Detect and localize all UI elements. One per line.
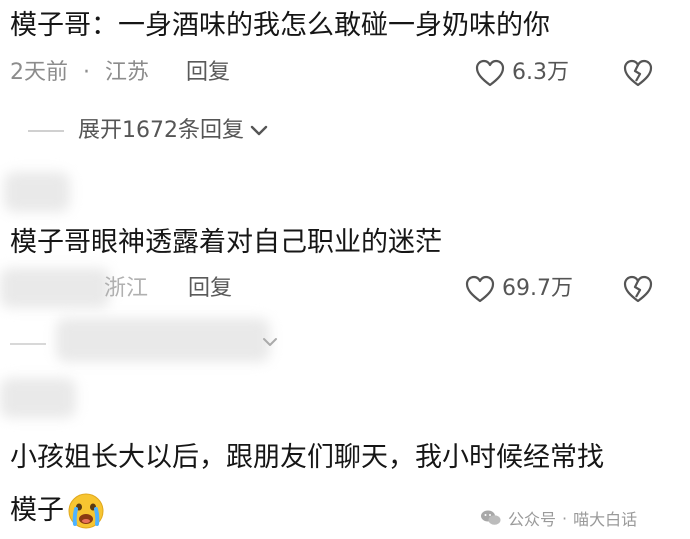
- blurred-expand-replies: [56, 318, 270, 362]
- watermark-separator: ·: [562, 508, 568, 528]
- comment-1-time: 2天前: [10, 60, 68, 85]
- meta-separator: ·: [83, 60, 90, 85]
- heart-outline-icon[interactable]: [464, 274, 496, 304]
- comment-1-text: 模子哥：一身酒味的我怎么敢碰一身奶味的你: [10, 10, 550, 41]
- crying-face-emoji-icon: [66, 491, 106, 531]
- expand-divider: [28, 130, 64, 132]
- expand-replies-button[interactable]: 展开1672条回复: [28, 116, 268, 146]
- comment-2-location: 浙江: [104, 276, 149, 301]
- watermark-name: 喵大白话: [573, 510, 638, 529]
- blurred-username: [4, 172, 70, 212]
- watermark-source: 公众号: [508, 510, 557, 529]
- comment-2-reply-button[interactable]: 回复: [188, 274, 232, 304]
- watermark: 公众号 · 喵大白话: [480, 506, 637, 530]
- broken-heart-icon[interactable]: [622, 274, 654, 304]
- chevron-down-icon: [262, 337, 278, 349]
- comment-3-text-line2-label: 模子: [10, 495, 64, 526]
- blurred-time: [0, 268, 110, 308]
- heart-outline-icon[interactable]: [474, 58, 506, 88]
- comment-2-text: 模子哥眼神透露着对自己职业的迷茫: [10, 227, 442, 258]
- chevron-down-icon: [250, 125, 268, 137]
- blurred-username: [0, 378, 76, 418]
- comment-1-like-count: 6.3万: [512, 60, 569, 85]
- comment-3-text-line1: 小孩姐长大以后，跟朋友们聊天，我小时候经常找: [10, 442, 604, 473]
- broken-heart-icon[interactable]: [622, 58, 654, 88]
- comment-2-like-count: 69.7万: [502, 276, 573, 301]
- expand-replies-label: 展开1672条回复: [78, 118, 244, 143]
- expand-divider: [10, 343, 46, 345]
- comment-1-location: 江苏: [105, 60, 150, 85]
- comment-1-meta: 2天前 · 江苏: [10, 58, 149, 88]
- comment-3-text-line2: 模子: [10, 491, 106, 531]
- wechat-logo-icon: [480, 509, 502, 527]
- comment-1-reply-button[interactable]: 回复: [186, 58, 230, 88]
